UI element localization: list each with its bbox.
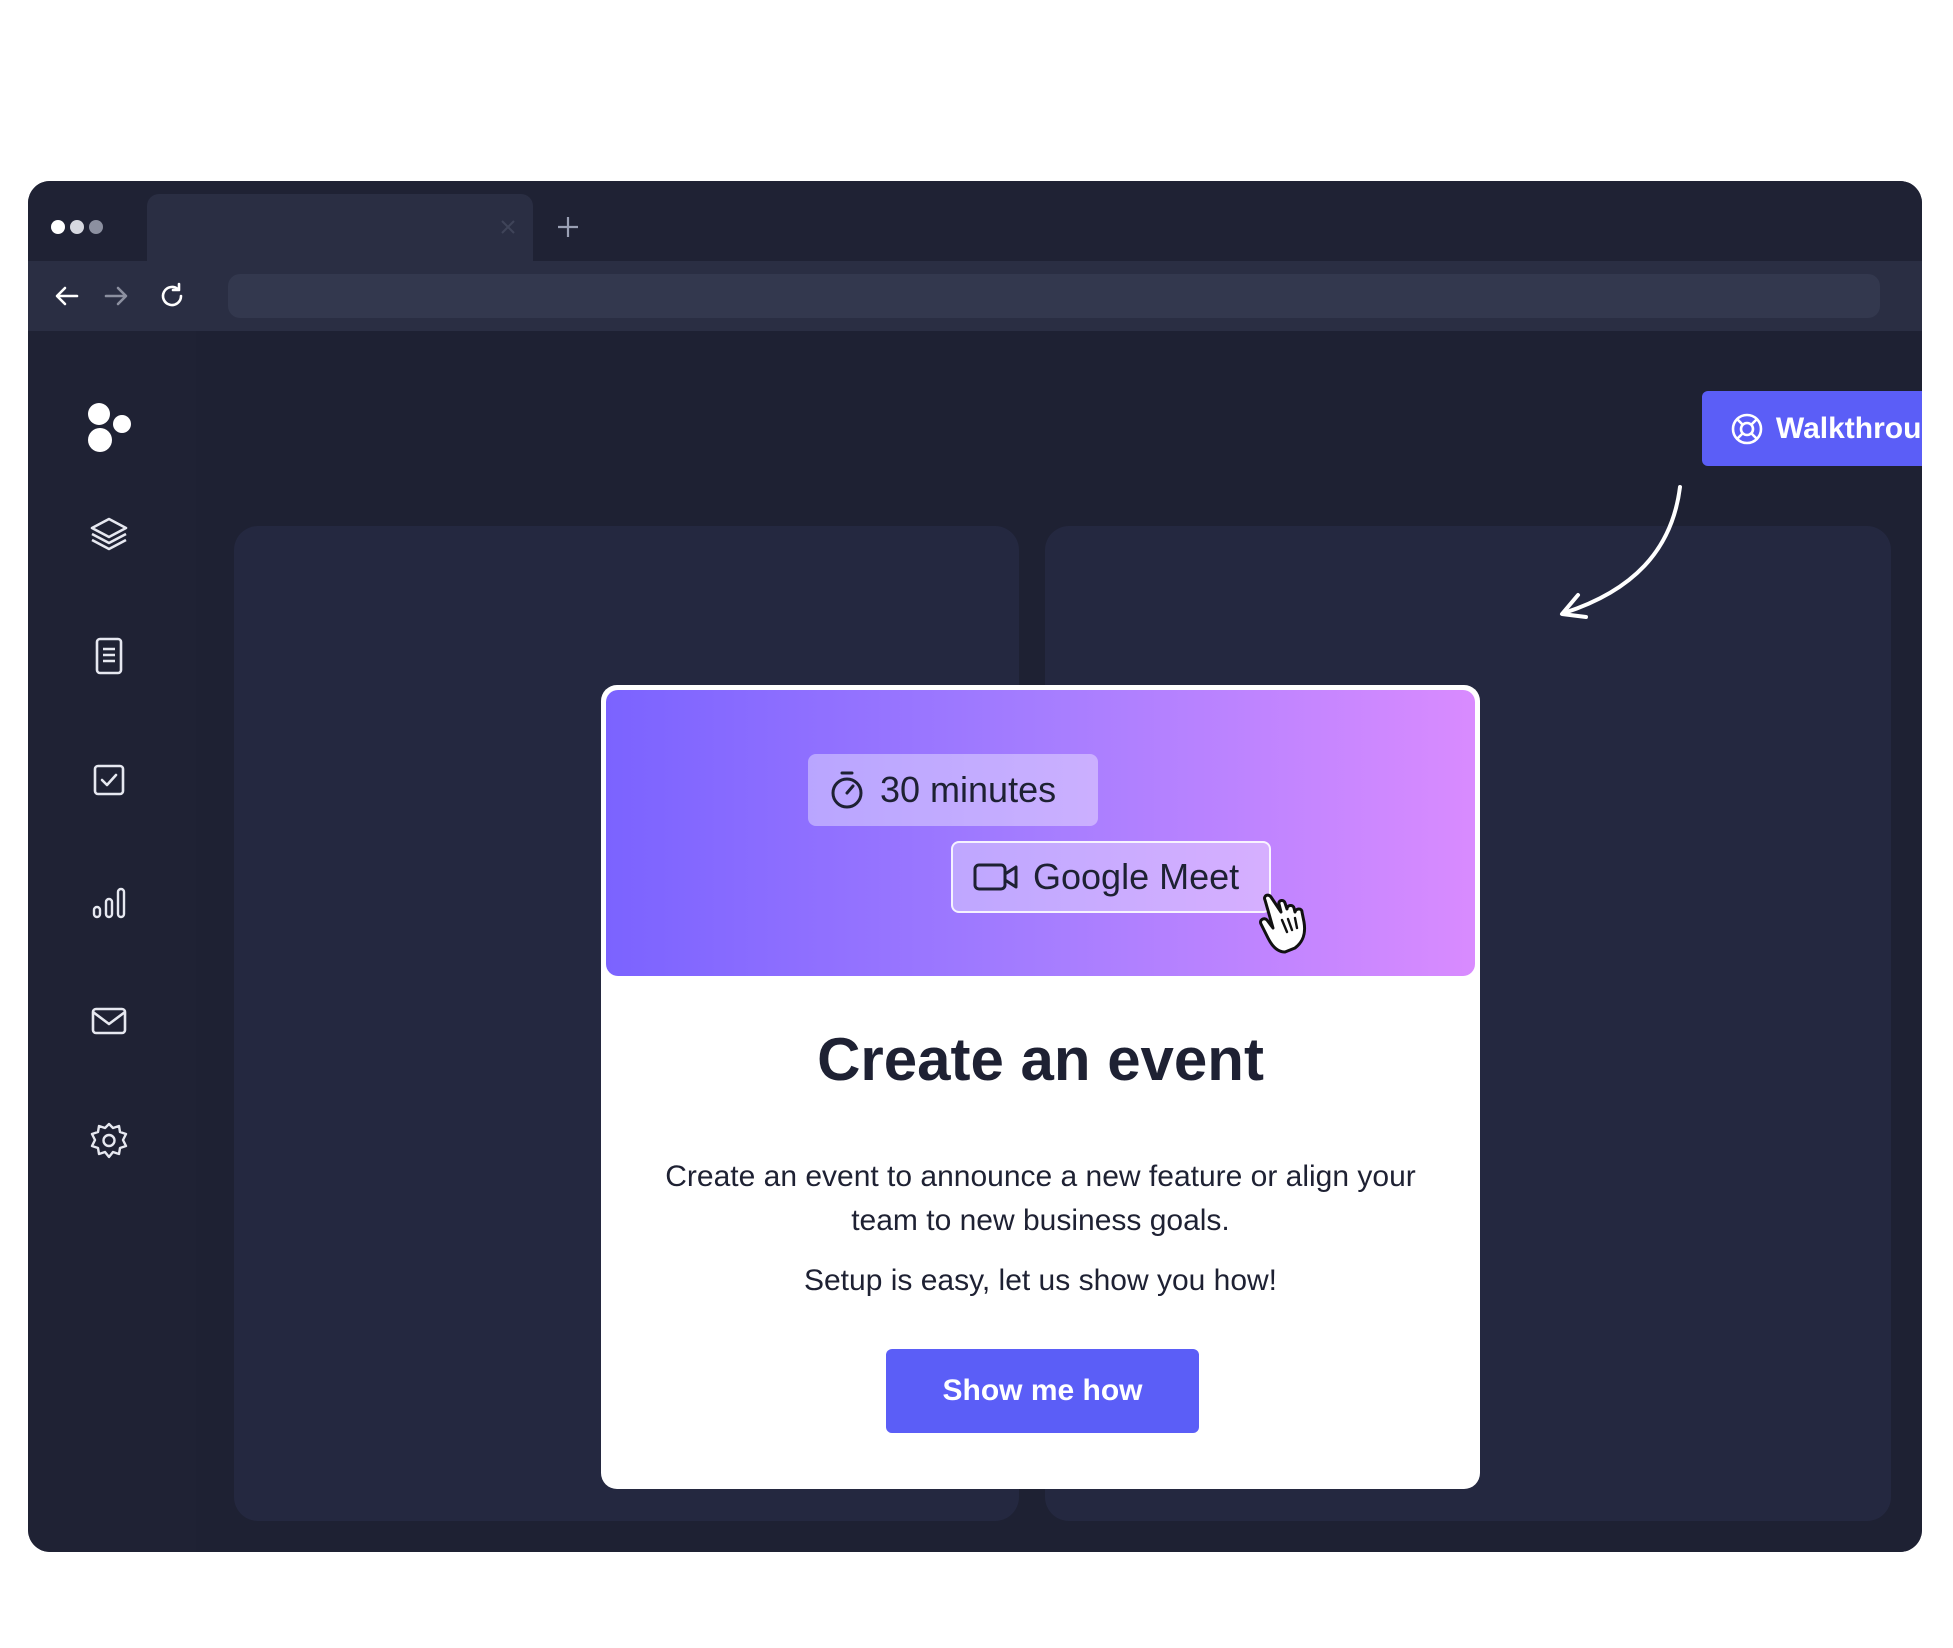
window-dot-2[interactable] [70, 220, 84, 234]
walkthrough-button[interactable]: Walkthrough [1702, 391, 1922, 466]
window-dot-3[interactable] [89, 220, 103, 234]
close-icon[interactable] [499, 218, 517, 236]
tab-bar [28, 181, 1922, 261]
create-event-modal: 30 minutes Google Meet Create an event C… [601, 685, 1480, 1489]
app-sidebar [28, 331, 196, 1552]
address-bar[interactable] [228, 274, 1880, 318]
video-camera-icon [973, 863, 1018, 891]
dots-logo-icon[interactable] [86, 401, 134, 459]
browser-window: Walkthrough 30 minutes Google [28, 181, 1922, 1552]
bar-chart-icon[interactable] [88, 881, 130, 923]
checkbox-icon[interactable] [88, 759, 130, 801]
duration-chip: 30 minutes [808, 754, 1098, 826]
window-dot-1[interactable] [51, 220, 65, 234]
browser-tab[interactable] [147, 194, 533, 261]
arrow-left-icon[interactable] [52, 281, 82, 311]
modal-description: Create an event to announce a new featur… [665, 1160, 1416, 1237]
layers-icon[interactable] [88, 513, 130, 555]
walkthrough-label: Walkthrough [1775, 411, 1922, 445]
modal-title: Create an event [817, 1026, 1264, 1093]
arrow-right-icon[interactable] [101, 281, 131, 311]
modal-hero: 30 minutes Google Meet [606, 690, 1475, 976]
location-chip[interactable]: Google Meet [951, 841, 1271, 913]
location-label: Google Meet [1033, 856, 1240, 897]
document-icon[interactable] [88, 635, 130, 677]
hand-pointer-icon [1259, 893, 1307, 954]
show-me-how-button[interactable]: Show me how [886, 1349, 1199, 1433]
reload-icon[interactable] [157, 281, 187, 311]
plus-icon[interactable] [556, 215, 580, 239]
curved-arrow-icon [1560, 485, 1682, 619]
navigation-bar [28, 261, 1922, 331]
stopwatch-icon [831, 771, 863, 809]
duration-label: 30 minutes [880, 769, 1057, 810]
lifebuoy-icon [1731, 413, 1763, 444]
gear-icon[interactable] [88, 1120, 130, 1162]
modal-note: Setup is easy, let us show you how! [803, 1264, 1278, 1297]
mail-icon[interactable] [88, 1000, 130, 1042]
